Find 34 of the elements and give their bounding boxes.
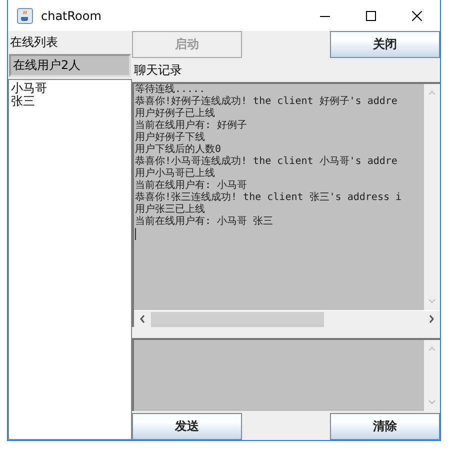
user-list-item[interactable]: 小马哥	[11, 82, 129, 95]
close-button[interactable]: 关闭	[330, 31, 440, 58]
chat-log-line: 恭喜你!好例子连线成功! the client 好例子's addre	[135, 96, 398, 108]
clear-button[interactable]: 清除	[330, 413, 440, 440]
chat-log-line: 用户好例子下线	[135, 132, 206, 144]
chat-log-line: 用户下线后的人数0	[135, 144, 222, 156]
chat-log-line: 用户好例子已上线	[135, 108, 216, 120]
online-count-field: 在线用户2人	[9, 54, 131, 77]
text-cursor	[135, 228, 136, 240]
user-list-item[interactable]: 张三	[11, 95, 129, 108]
scroll-up-icon[interactable]	[428, 346, 436, 351]
chat-log-line: 恭喜你!小马哥连线成功! the client 小马哥's addre	[135, 156, 398, 168]
horizontal-scrollbar[interactable]	[134, 310, 440, 327]
coffee-cup-icon	[17, 8, 33, 24]
scroll-left-icon[interactable]	[140, 315, 145, 323]
scroll-down-icon[interactable]	[428, 400, 436, 405]
chat-log-line: 用户小马哥已上线	[135, 168, 216, 180]
message-input-field[interactable]	[132, 338, 440, 411]
maximize-icon[interactable]	[366, 10, 376, 20]
chat-log-line: 当前在线用户有: 小马哥 张三	[135, 216, 274, 228]
window-title: chatRoom	[41, 8, 102, 22]
scroll-down-icon[interactable]	[428, 299, 436, 304]
close-icon[interactable]	[412, 10, 422, 20]
chat-log-line: 当前在线用户有: 小马哥	[135, 180, 248, 192]
scrollbar-thumb[interactable]	[151, 312, 324, 326]
chat-log-label: 聊天记录	[133, 62, 183, 79]
chat-log-line: 恭喜你!张三连线成功! the client 张三's address i	[135, 192, 403, 204]
chat-log-line: 当前在线用户有: 好例子	[135, 120, 248, 132]
scroll-up-icon[interactable]	[428, 90, 436, 95]
chat-log-line: 用户张三已上线	[135, 204, 206, 216]
chat-log-line: 等待连线.....	[135, 84, 206, 96]
online-list-label: 在线列表	[9, 34, 59, 51]
send-button[interactable]: 发送	[132, 413, 242, 440]
scroll-right-icon[interactable]	[429, 315, 434, 323]
